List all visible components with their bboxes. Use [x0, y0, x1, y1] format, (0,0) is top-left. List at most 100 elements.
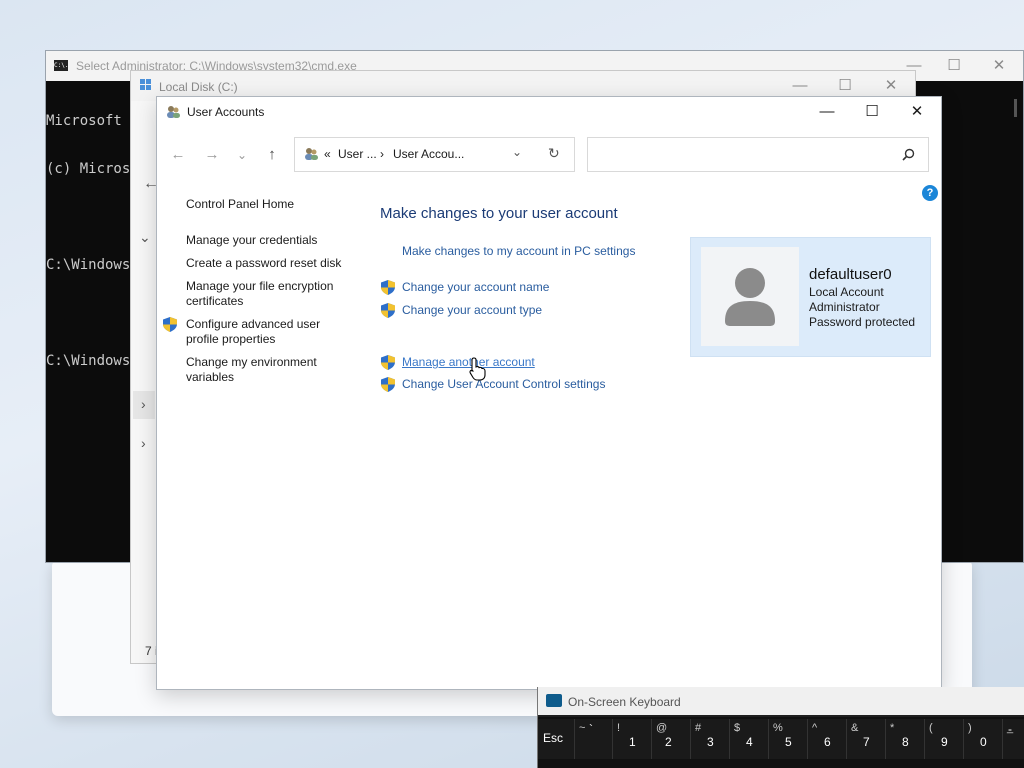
- maximize-icon[interactable]: ☐: [944, 57, 964, 75]
- cmd-line: ​: [46, 305, 139, 321]
- help-icon[interactable]: ?: [922, 185, 938, 201]
- shield-icon: [381, 377, 395, 392]
- chevron-down-icon[interactable]: ⌄: [139, 229, 151, 246]
- key-shift-label: $: [734, 722, 741, 734]
- environment-variables-link[interactable]: Change my environment variables: [186, 355, 336, 385]
- key-4[interactable]: $ 4: [730, 719, 769, 759]
- address-bar[interactable]: « User ... › User Accou... ⌄ ↻: [294, 137, 575, 172]
- back-arrow-icon[interactable]: ←: [167, 145, 189, 165]
- key-2[interactable]: @ 2: [652, 719, 691, 759]
- osk-key-row: Esc ~ ` ! 1 @ 2 # 3 $ 4 % 5 ^ 6 & 7 * 8 …: [538, 717, 1024, 768]
- key-label: 3: [707, 735, 714, 749]
- key-shift-label: &: [851, 722, 859, 734]
- cmd-line: (c) Microso: [46, 161, 139, 177]
- chevron-down-icon[interactable]: ⌄: [231, 145, 253, 165]
- key-7[interactable]: & 7: [847, 719, 886, 759]
- key-label: 5: [785, 735, 792, 749]
- users-icon: [305, 148, 318, 160]
- chevron-right-icon[interactable]: ›: [141, 435, 146, 451]
- shield-icon: [381, 303, 395, 318]
- key-3[interactable]: # 3: [691, 719, 730, 759]
- key-label: 7: [863, 735, 870, 749]
- key-shift-label: (: [929, 722, 933, 734]
- key-label: 9: [941, 735, 948, 749]
- close-icon[interactable]: ✕: [989, 57, 1009, 75]
- password-status: Password protected: [809, 315, 916, 329]
- nav-pane-item-selected[interactable]: ›: [133, 391, 155, 419]
- users-icon: [167, 106, 180, 118]
- key-5[interactable]: % 5: [769, 719, 808, 759]
- key-esc[interactable]: Esc: [538, 719, 575, 759]
- close-icon[interactable]: ✕: [904, 102, 930, 122]
- explorer-title: Local Disk (C:): [159, 80, 238, 94]
- cmd-icon: C:\.: [54, 60, 69, 71]
- maximize-icon[interactable]: ☐: [859, 102, 885, 122]
- username: defaultuser0: [809, 266, 892, 283]
- breadcrumb-item[interactable]: User Accou...: [393, 147, 464, 161]
- user-accounts-window[interactable]: User Accounts — ☐ ✕ ← → ⌄ ↑ « User ... ›…: [156, 96, 942, 690]
- key-shift-label: #: [695, 722, 702, 734]
- cmd-line: C:\Windows\: [46, 257, 139, 273]
- cmd-output[interactable]: Microsoft W (c) Microso ​ C:\Windows\ ​ …: [46, 81, 139, 401]
- key-label: 0: [980, 735, 987, 749]
- cmd-scrollbar[interactable]: [1014, 99, 1017, 117]
- key-shift-label: ): [968, 722, 972, 734]
- refresh-icon[interactable]: ↻: [548, 145, 560, 162]
- key-label: `: [589, 722, 593, 736]
- up-arrow-icon[interactable]: ↑: [261, 145, 283, 165]
- chevron-right-icon: ›: [141, 396, 146, 412]
- on-screen-keyboard-window[interactable]: On-Screen Keyboard Esc ~ ` ! 1 @ 2 # 3 $…: [537, 687, 1024, 768]
- breadcrumb-separator[interactable]: ›: [380, 147, 384, 161]
- search-input[interactable]: [587, 137, 929, 172]
- key-label: 2: [665, 735, 672, 749]
- key-1[interactable]: ! 1: [613, 719, 652, 759]
- minimize-icon[interactable]: —: [789, 76, 811, 96]
- key-shift-label: @: [656, 722, 668, 734]
- breadcrumb-overflow[interactable]: «: [324, 147, 331, 161]
- forward-arrow-icon[interactable]: →: [201, 145, 223, 165]
- key-6[interactable]: ^ 6: [808, 719, 847, 759]
- key-label: -: [1008, 722, 1012, 736]
- page-title: Make changes to your user account: [380, 205, 618, 222]
- account-location: Local Account: [809, 285, 884, 299]
- control-panel-home-link[interactable]: Control Panel Home: [186, 197, 356, 212]
- file-encryption-link[interactable]: Manage your file encryption certificates: [186, 279, 346, 309]
- avatar: [701, 247, 799, 346]
- key-label: 1: [629, 735, 636, 749]
- key-minus[interactable]: _ -: [1003, 719, 1024, 759]
- key-label: 4: [746, 735, 753, 749]
- osk-titlebar[interactable]: On-Screen Keyboard: [538, 687, 1024, 715]
- search-icon: [902, 148, 915, 161]
- keyboard-icon: [546, 694, 562, 707]
- pc-settings-link[interactable]: Make changes to my account in PC setting…: [402, 244, 635, 259]
- key-backtick[interactable]: ~ `: [575, 719, 613, 759]
- cmd-line: C:\Windows\: [46, 353, 139, 369]
- minimize-icon[interactable]: —: [814, 102, 840, 122]
- ua-titlebar[interactable]: User Accounts — ☐ ✕: [157, 97, 941, 127]
- key-9[interactable]: ( 9: [925, 719, 964, 759]
- breadcrumb-item[interactable]: User ...: [338, 147, 377, 161]
- change-account-type-link[interactable]: Change your account type: [402, 303, 542, 318]
- key-shift-label: ~: [579, 722, 586, 734]
- shield-icon: [381, 280, 395, 295]
- change-account-name-link[interactable]: Change your account name: [402, 280, 549, 295]
- key-shift-label: ^: [812, 722, 818, 734]
- maximize-icon[interactable]: ☐: [834, 76, 856, 96]
- key-8[interactable]: * 8: [886, 719, 925, 759]
- user-avatar-icon: [725, 268, 775, 326]
- shield-icon: [381, 355, 395, 370]
- uac-settings-link[interactable]: Change User Account Control settings: [402, 377, 605, 392]
- key-label: Esc: [543, 731, 564, 745]
- hand-cursor-icon: [469, 357, 486, 381]
- key-0[interactable]: ) 0: [964, 719, 1003, 759]
- password-reset-disk-link[interactable]: Create a password reset disk: [186, 256, 356, 271]
- cmd-line: ​: [46, 209, 139, 225]
- drive-icon: [140, 79, 151, 90]
- chevron-down-icon[interactable]: ⌄: [512, 145, 522, 159]
- manage-credentials-link[interactable]: Manage your credentials: [186, 233, 356, 248]
- key-shift-label: *: [890, 722, 895, 734]
- key-shift-label: %: [773, 722, 783, 734]
- advanced-profile-link[interactable]: Configure advanced user profile properti…: [186, 317, 336, 347]
- close-icon[interactable]: ✕: [880, 76, 902, 96]
- key-label: 6: [824, 735, 831, 749]
